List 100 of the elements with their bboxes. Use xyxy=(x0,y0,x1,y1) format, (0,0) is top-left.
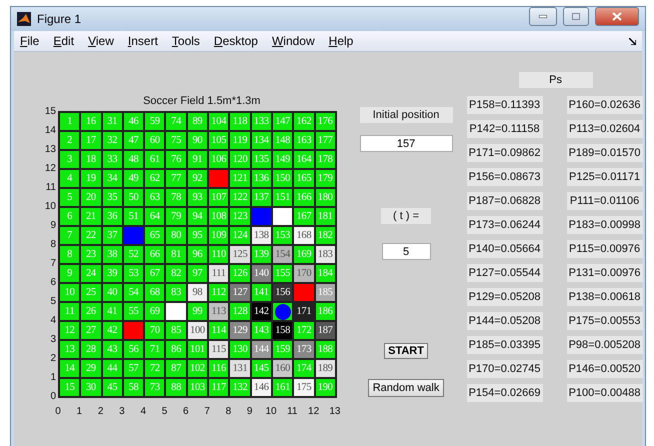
grid-cell: 125 xyxy=(229,245,251,264)
y-tick-label: 9 xyxy=(49,219,57,233)
probability-label: P129=0.05208 xyxy=(466,288,543,306)
probability-label: P189=0.01570 xyxy=(566,144,643,162)
y-tick-label: 3 xyxy=(49,333,57,347)
grid-cell: 162 xyxy=(293,112,315,131)
grid-cell: 69 xyxy=(144,302,166,321)
menu-item[interactable]: View xyxy=(88,34,114,48)
menu-item[interactable]: Help xyxy=(328,34,354,48)
grid-cell: 101 xyxy=(186,340,208,359)
grid-cell: 100 xyxy=(186,321,208,340)
initial-position-field[interactable]: 157 xyxy=(360,135,453,152)
probability-label: P142=0.11158 xyxy=(466,120,543,138)
grid-cell: 132 xyxy=(229,378,251,397)
probability-label: P187=0.06828 xyxy=(466,192,543,210)
time-field[interactable]: 5 xyxy=(382,243,431,260)
grid-cell: 180 xyxy=(314,188,336,207)
grid-cell: 38 xyxy=(102,245,123,264)
menu-item[interactable]: Desktop xyxy=(214,34,258,48)
grid-cell: 19 xyxy=(80,169,102,188)
random-walk-button[interactable]: Random walk xyxy=(368,379,444,397)
grid-cell: 184 xyxy=(314,264,336,283)
grid-cell: 72 xyxy=(144,359,166,378)
x-tick-label: 1 xyxy=(76,406,84,417)
grid-cell: 21 xyxy=(80,207,102,226)
grid-cell: 131 xyxy=(229,359,251,378)
probability-label: P111=0.01106 xyxy=(566,192,643,210)
grid-cell: 68 xyxy=(144,283,166,302)
y-tick-label: 5 xyxy=(49,295,57,309)
close-icon xyxy=(612,12,622,20)
grid-cell: 175 xyxy=(293,378,315,397)
grid-cell: 86 xyxy=(165,340,187,359)
probability-label: P146=0.00520 xyxy=(566,360,643,378)
grid-cell: 116 xyxy=(208,359,230,378)
probability-label: P175=0.00553 xyxy=(566,312,643,330)
grid-cell: 117 xyxy=(208,378,230,397)
y-tick-label: 15 xyxy=(44,105,57,119)
grid-cell: 64 xyxy=(144,207,166,226)
probability-label: P171=0.09862 xyxy=(466,144,543,162)
grid-cell: 30 xyxy=(80,378,102,397)
grid-cell: 105 xyxy=(208,131,230,150)
time-label: ( t ) = xyxy=(381,208,432,224)
y-tick-label: 13 xyxy=(44,143,57,157)
grid-cell: 106 xyxy=(208,150,230,169)
grid-cell: 1 xyxy=(59,112,80,131)
grid-cell: 55 xyxy=(122,302,144,321)
grid-cell: 163 xyxy=(293,131,315,150)
grid-cell: 166 xyxy=(293,188,315,207)
grid-cell: 107 xyxy=(208,188,230,207)
dock-arrow-icon[interactable] xyxy=(629,38,636,44)
x-tick-label: 8 xyxy=(224,406,232,417)
minimize-button[interactable] xyxy=(529,6,557,26)
grid-cell: 139 xyxy=(250,245,272,264)
grid-cell: 70 xyxy=(144,321,166,340)
grid-cell: 108 xyxy=(208,207,230,226)
grid-cell: 146 xyxy=(250,378,272,397)
grid-cell: 51 xyxy=(122,207,144,226)
grid-cell: 31 xyxy=(102,112,123,131)
grid-cell: 44 xyxy=(102,359,123,378)
grid-cell: 35 xyxy=(102,188,123,207)
grid-cell: 42 xyxy=(102,321,123,340)
grid-cell: 10 xyxy=(59,283,80,302)
menu-item[interactable]: Tools xyxy=(172,34,200,48)
grid-cell: 144 xyxy=(250,340,272,359)
grid-cell: 145 xyxy=(250,359,272,378)
grid-cell: 26 xyxy=(80,302,102,321)
grid-cell: 24 xyxy=(80,264,102,283)
grid-cell: 76 xyxy=(165,150,187,169)
probability-label: P138=0.00618 xyxy=(566,288,643,306)
menu-item[interactable]: File xyxy=(20,34,40,48)
probability-label: P170=0.02745 xyxy=(466,360,543,378)
grid-cell: 50 xyxy=(122,188,144,207)
grid-cell: 133 xyxy=(250,112,272,131)
probability-label: P113=0.02604 xyxy=(566,120,643,138)
close-button[interactable] xyxy=(595,6,639,26)
start-button[interactable]: START xyxy=(384,343,428,359)
grid-cell: 176 xyxy=(314,112,336,131)
grid-cell: 179 xyxy=(314,169,336,188)
y-tick-label: 10 xyxy=(44,200,57,214)
grid-cell: 12 xyxy=(59,321,80,340)
x-tick-label: 3 xyxy=(118,406,126,417)
grid-cell: 37 xyxy=(102,226,123,245)
menu-item[interactable]: Window xyxy=(272,34,315,48)
x-tick-label: 4 xyxy=(139,406,147,417)
grid-cell: 189 xyxy=(314,359,336,378)
grid-cell: 9 xyxy=(59,264,80,283)
grid-cell: 66 xyxy=(144,245,166,264)
grid-cell: 147 xyxy=(272,112,294,131)
grid-cell: 41 xyxy=(102,302,123,321)
grid-cell: 53 xyxy=(122,264,144,283)
grid-cell: 91 xyxy=(186,150,208,169)
probability-label: P185=0.03395 xyxy=(466,336,543,354)
y-tick-label: 4 xyxy=(49,314,57,328)
probability-label: P98=0.005208 xyxy=(566,336,643,354)
menu-item[interactable]: Insert xyxy=(128,34,158,48)
grid-cell: 29 xyxy=(80,359,102,378)
menu-item[interactable]: Edit xyxy=(53,34,74,48)
grid-cell: 181 xyxy=(314,207,336,226)
maximize-button[interactable] xyxy=(563,6,589,26)
grid-cell: 52 xyxy=(122,245,144,264)
